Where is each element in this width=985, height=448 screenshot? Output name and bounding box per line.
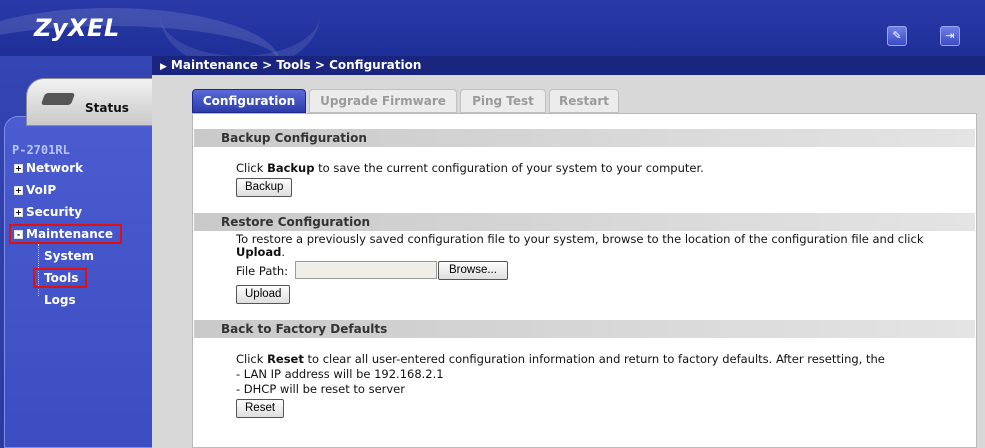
collapse-icon: - <box>14 230 23 239</box>
sidebar-item-network[interactable]: + Network <box>14 161 83 175</box>
brand-logo: ZyXEL <box>34 14 120 42</box>
sidebar-item-voip[interactable]: + VoIP <box>14 183 56 197</box>
modem-icon <box>40 93 76 105</box>
main-area: Configuration Upgrade Firmware Ping Test… <box>152 75 985 448</box>
tab-upgrade-firmware[interactable]: Upgrade Firmware <box>309 89 457 113</box>
factory-dhcp-note: - DHCP will be reset to server <box>236 382 405 396</box>
restore-description-line1: To restore a previously saved configurat… <box>236 232 924 246</box>
sidebar-subitem-system[interactable]: System <box>44 249 94 263</box>
sidebar-item-label: Maintenance <box>26 227 114 241</box>
wizard-icon[interactable]: ✎ <box>887 26 907 46</box>
restore-section-title: Restore Configuration <box>194 213 975 231</box>
sidebar-item-label: Security <box>26 205 83 219</box>
app-root: ZyXEL ✎ ⇥ Status P-2701RL + Network + VoIP… <box>0 0 985 448</box>
breadcrumb-arrow-icon: ▶ <box>160 62 167 72</box>
expand-icon: + <box>14 186 23 195</box>
upload-button[interactable]: Upload <box>236 285 291 304</box>
sidebar-item-label: Network <box>26 161 84 175</box>
sidebar-item-security[interactable]: + Security <box>14 205 82 219</box>
status-label: Status <box>85 101 129 115</box>
breadcrumb-text: Maintenance > Tools > Configuration <box>170 58 422 72</box>
restore-description-line2: Upload. <box>236 245 286 259</box>
status-tab[interactable]: Status <box>26 78 152 126</box>
factory-lan-ip-note: - LAN IP address will be 192.168.2.1 <box>236 367 444 381</box>
sidebar-subitem-tools[interactable]: Tools <box>32 268 88 288</box>
breadcrumb: ▶ Maintenance > Tools > Configuration <box>152 56 985 75</box>
file-path-input[interactable] <box>295 261 437 279</box>
sidebar-item-maintenance[interactable]: - Maintenance <box>8 224 123 244</box>
backup-section-title: Backup Configuration <box>194 129 975 147</box>
backup-description: Click Backup to save the current configu… <box>236 161 704 175</box>
file-path-label: File Path: <box>236 264 289 278</box>
browse-button[interactable]: Browse... <box>438 261 508 280</box>
tree-connector <box>38 244 39 296</box>
sidebar-subitem-logs[interactable]: Logs <box>44 293 76 307</box>
tab-restart[interactable]: Restart <box>549 89 619 113</box>
factory-description: Click Reset to clear all user-entered co… <box>236 352 885 366</box>
header-swoosh-2 <box>160 0 320 56</box>
logout-icon[interactable]: ⇥ <box>940 26 960 46</box>
sidebar-item-label: VoIP <box>26 183 57 197</box>
device-model: P-2701RL <box>12 143 70 157</box>
backup-button[interactable]: Backup <box>236 178 293 197</box>
top-header: ZyXEL ✎ ⇥ <box>0 0 985 56</box>
factory-section-title: Back to Factory Defaults <box>194 320 975 338</box>
tab-configuration[interactable]: Configuration <box>192 89 306 113</box>
expand-icon: + <box>14 208 23 217</box>
expand-icon: + <box>14 164 23 173</box>
tab-ping-test[interactable]: Ping Test <box>460 89 546 113</box>
config-panel: Backup Configuration Click Backup to sav… <box>192 113 977 448</box>
reset-button[interactable]: Reset <box>236 399 285 418</box>
